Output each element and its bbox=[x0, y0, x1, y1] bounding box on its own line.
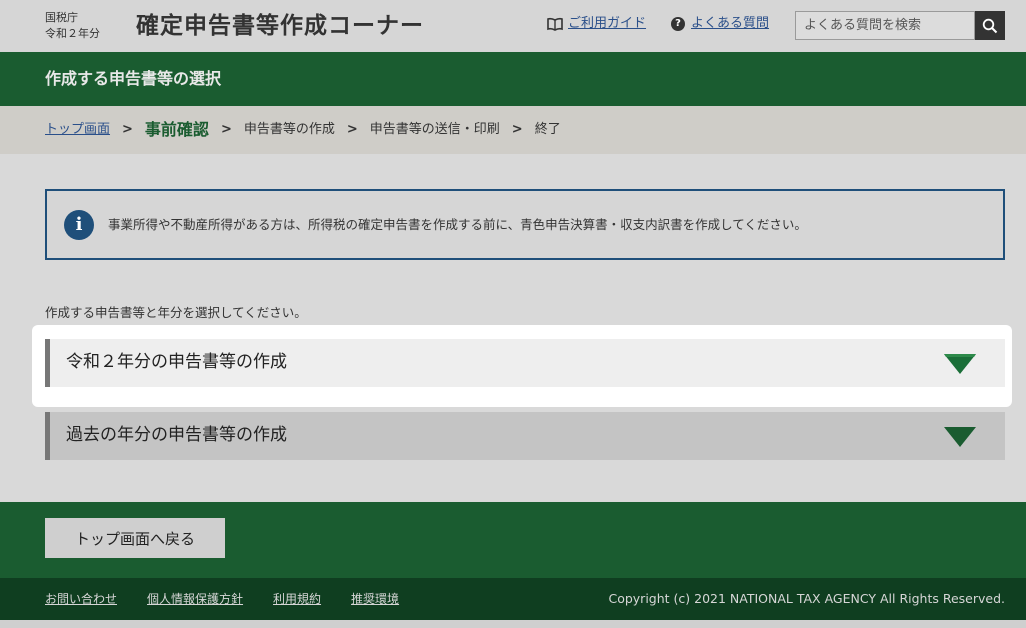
guide-link-label: ご利用ガイド bbox=[568, 16, 647, 31]
breadcrumb-steps: トップ画面 > 事前確認 > 申告書等の作成 > 申告書等の送信・印刷 > 終了 bbox=[45, 119, 561, 141]
footer-links: お問い合わせ 個人情報保護方針 利用規約 推奨環境 bbox=[45, 590, 429, 608]
breadcrumb-step-send-print: 申告書等の送信・印刷 bbox=[369, 122, 500, 137]
accordion-label: 過去の年分の申告書等の作成 bbox=[66, 425, 287, 445]
copyright-text: Copyright (c) 2021 NATIONAL TAX AGENCY A… bbox=[608, 591, 1005, 606]
breadcrumb-home-link[interactable]: トップ画面 bbox=[45, 119, 110, 141]
search-button[interactable] bbox=[975, 11, 1005, 40]
site-footer: お問い合わせ 個人情報保護方針 利用規約 推奨環境 Copyright (c) … bbox=[0, 578, 1026, 620]
footer-actions: トップ画面へ戻る bbox=[0, 502, 1026, 578]
info-circle-icon: i bbox=[64, 210, 94, 240]
page-bottom-edge bbox=[0, 620, 1026, 628]
accordion-past-years[interactable]: 過去の年分の申告書等の作成 bbox=[45, 412, 1005, 460]
faq-link[interactable]: ? よくある質問 bbox=[671, 14, 769, 34]
back-to-top-button[interactable]: トップ画面へ戻る bbox=[45, 518, 225, 558]
site-title: 確定申告書等作成コーナー bbox=[136, 13, 424, 39]
breadcrumb-separator: > bbox=[346, 122, 358, 137]
accordion-current-year[interactable]: 令和２年分の申告書等の作成 bbox=[45, 339, 1005, 387]
breadcrumb-step-finish: 終了 bbox=[534, 122, 561, 137]
breadcrumb: トップ画面 > 事前確認 > 申告書等の作成 > 申告書等の送信・印刷 > 終了 bbox=[0, 106, 1026, 154]
guide-link[interactable]: ご利用ガイド bbox=[547, 14, 646, 34]
info-notice: i 事業所得や不動産所得がある方は、所得税の確定申告書を作成する前に、青色申告決… bbox=[45, 189, 1005, 260]
page-title: 作成する申告書等の選択 bbox=[45, 69, 222, 88]
footer-link-privacy[interactable]: 個人情報保護方針 bbox=[147, 590, 243, 608]
breadcrumb-step-create: 申告書等の作成 bbox=[243, 122, 335, 137]
question-circle-icon: ? bbox=[671, 17, 685, 31]
breadcrumb-separator: > bbox=[122, 122, 133, 137]
agency-name: 国税庁 bbox=[45, 11, 78, 24]
agency-label: 国税庁 令和２年分 bbox=[45, 10, 100, 42]
page-banner: 作成する申告書等の選択 bbox=[0, 52, 1026, 106]
faq-link-label: よくある質問 bbox=[691, 16, 770, 31]
chevron-down-icon bbox=[944, 354, 976, 374]
breadcrumb-separator: > bbox=[511, 122, 523, 137]
selection-instruction: 作成する申告書等と年分を選択してください。 bbox=[45, 305, 307, 320]
footer-link-contact[interactable]: お問い合わせ bbox=[45, 590, 117, 608]
footer-link-environment[interactable]: 推奨環境 bbox=[351, 590, 399, 608]
book-icon bbox=[547, 17, 563, 31]
accordion-label: 令和２年分の申告書等の作成 bbox=[66, 352, 287, 372]
magnifier-icon bbox=[982, 18, 998, 33]
site-header: 国税庁 令和２年分 確定申告書等作成コーナー ご利用ガイド ? よくある質問 bbox=[0, 0, 1026, 52]
tax-year-label: 令和２年分 bbox=[45, 27, 100, 40]
breadcrumb-current-step: 事前確認 bbox=[144, 120, 209, 139]
faq-search-input[interactable] bbox=[795, 11, 975, 40]
chevron-down-icon bbox=[944, 427, 976, 447]
footer-link-terms[interactable]: 利用規約 bbox=[273, 590, 321, 608]
notice-text: 事業所得や不動産所得がある方は、所得税の確定申告書を作成する前に、青色申告決算書… bbox=[108, 217, 807, 232]
breadcrumb-separator: > bbox=[220, 122, 232, 137]
